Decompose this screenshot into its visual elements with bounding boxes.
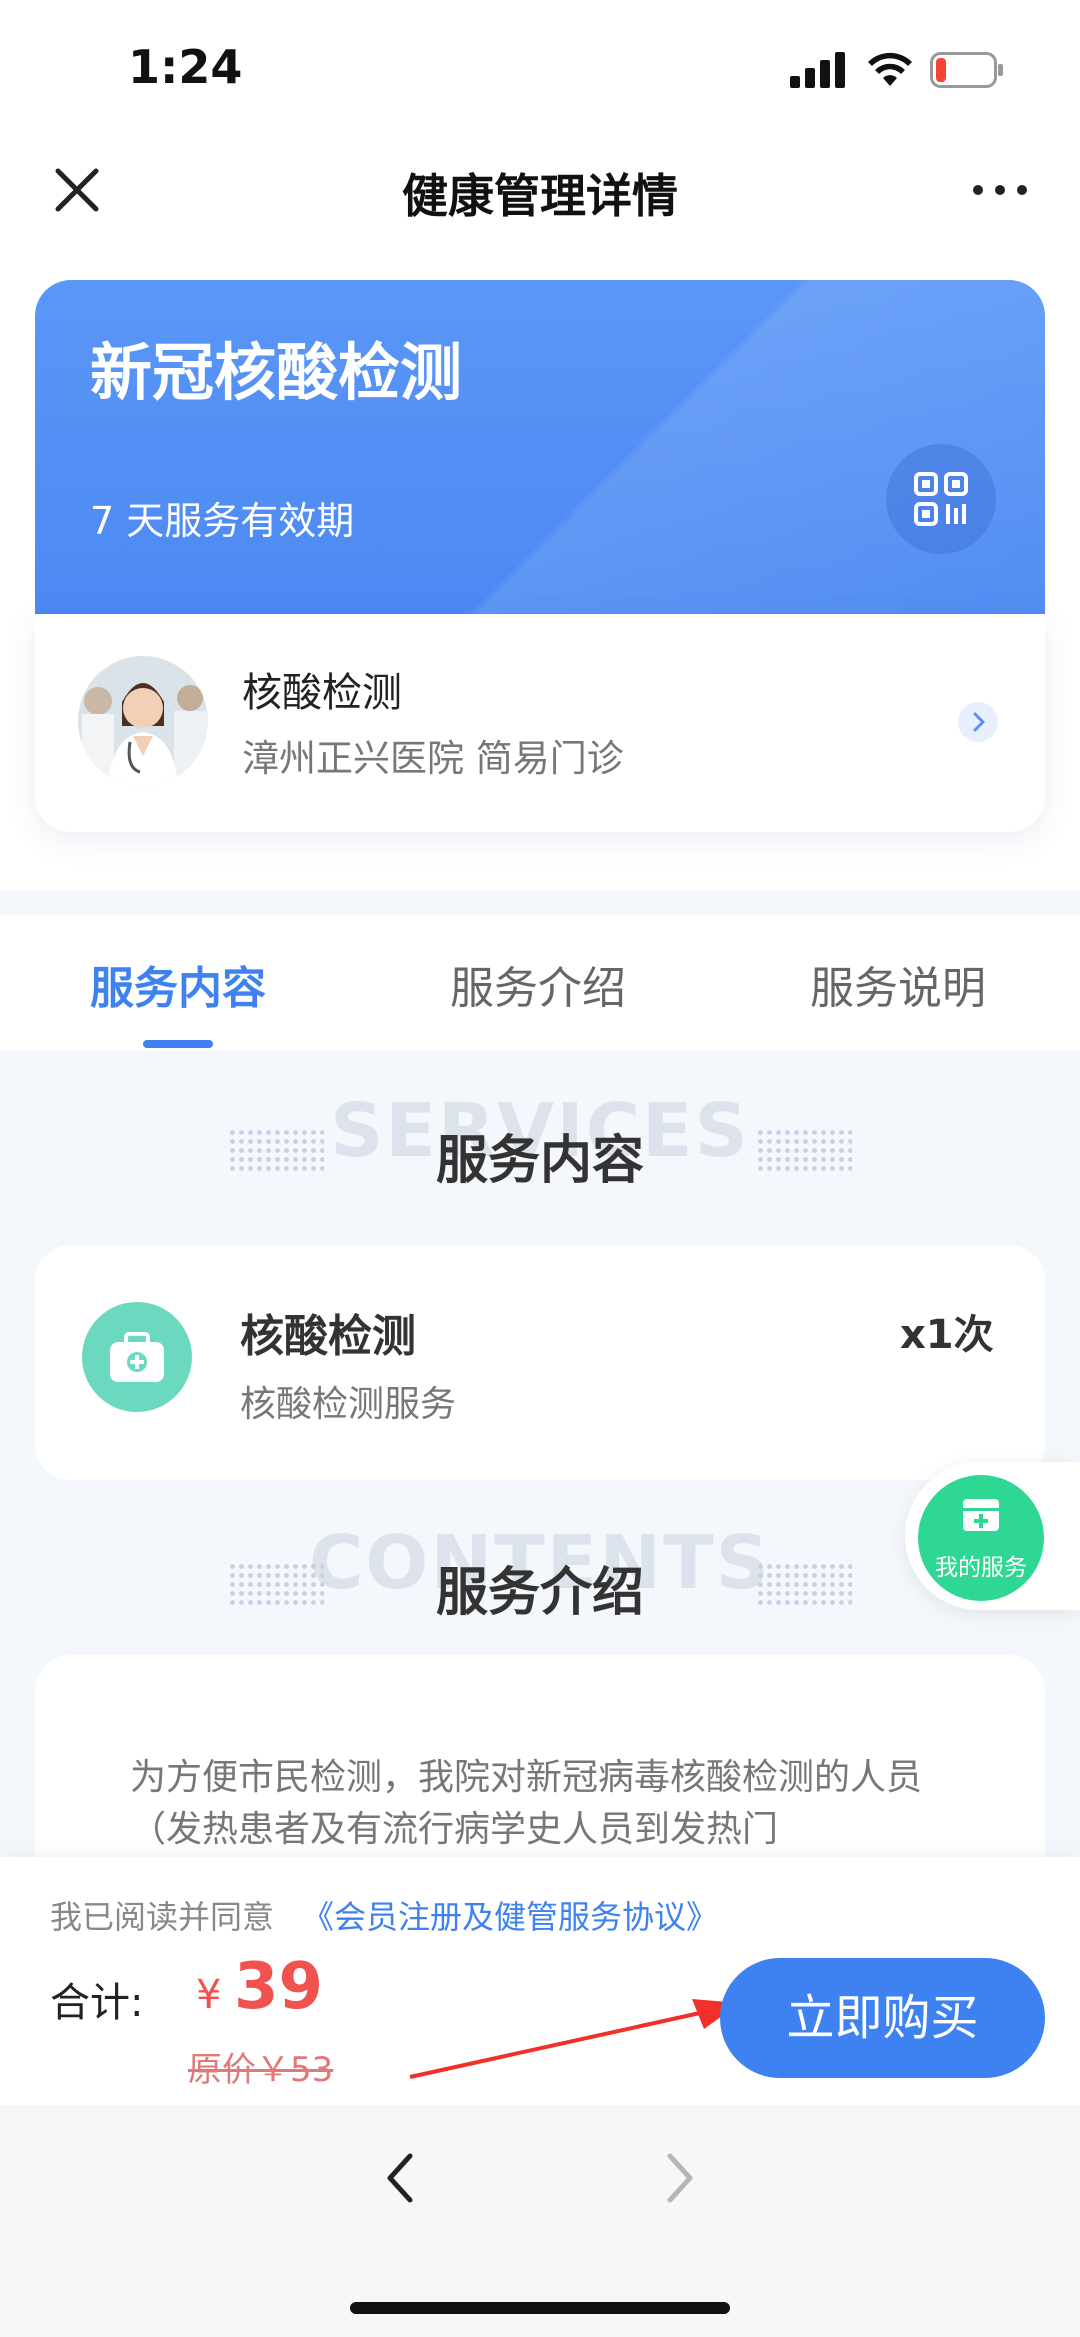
status-time: 1:24	[128, 40, 243, 94]
chevron-right-icon[interactable]	[958, 702, 998, 742]
signal-icon	[790, 52, 845, 88]
price-value: 39	[234, 1950, 324, 2024]
doctor-avatar	[78, 656, 208, 786]
agreement-link[interactable]: 《会员注册及健管服务协议》	[302, 1892, 718, 1938]
package-title: 新冠核酸检测	[90, 336, 463, 409]
battery-icon	[930, 52, 1003, 88]
qr-code-icon	[914, 472, 968, 526]
buy-now-button[interactable]: 立即购买	[720, 1958, 1045, 2078]
home-indicator	[350, 2302, 730, 2314]
page-title: 健康管理详情	[402, 169, 678, 223]
tab-service-content[interactable]: 服务内容	[90, 952, 266, 1016]
intro-text: 为方便市民检测，我院对新冠病毒核酸检测的人员（发热患者及有流行病学史人员到发热门	[130, 1757, 923, 1850]
currency-symbol: ¥	[196, 1972, 222, 2018]
annotation-arrow	[409, 1999, 740, 2079]
qr-code-button[interactable]	[886, 444, 996, 554]
agreement-prefix: 我已阅读并同意	[50, 1898, 275, 1936]
original-price: 原价￥53	[188, 2050, 334, 2090]
section-title: 服务介绍	[435, 1563, 644, 1623]
tab-service-notes[interactable]: 服务说明	[810, 952, 986, 1016]
provider-service-name: 核酸检测	[242, 670, 402, 716]
more-icon[interactable]	[970, 168, 1030, 212]
service-item-name: 核酸检测	[240, 1311, 416, 1362]
provider-hospital: 漳州正兴医院 简易门诊	[242, 737, 624, 780]
validity-text: 7 天服务有效期	[90, 499, 355, 543]
active-tab-indicator	[143, 1040, 213, 1048]
medical-kit-icon	[82, 1302, 192, 1412]
service-item-desc: 核酸检测服务	[240, 1384, 457, 1425]
forward-arrow-icon[interactable]	[660, 2148, 700, 2208]
back-arrow-icon[interactable]	[380, 2148, 420, 2208]
wifi-icon	[868, 52, 912, 86]
service-item-count: x1次	[900, 1312, 994, 1358]
total-label: 合计:	[50, 1980, 144, 2026]
tab-service-intro[interactable]: 服务介绍	[450, 952, 626, 1016]
section-title: 服务内容	[435, 1131, 644, 1191]
